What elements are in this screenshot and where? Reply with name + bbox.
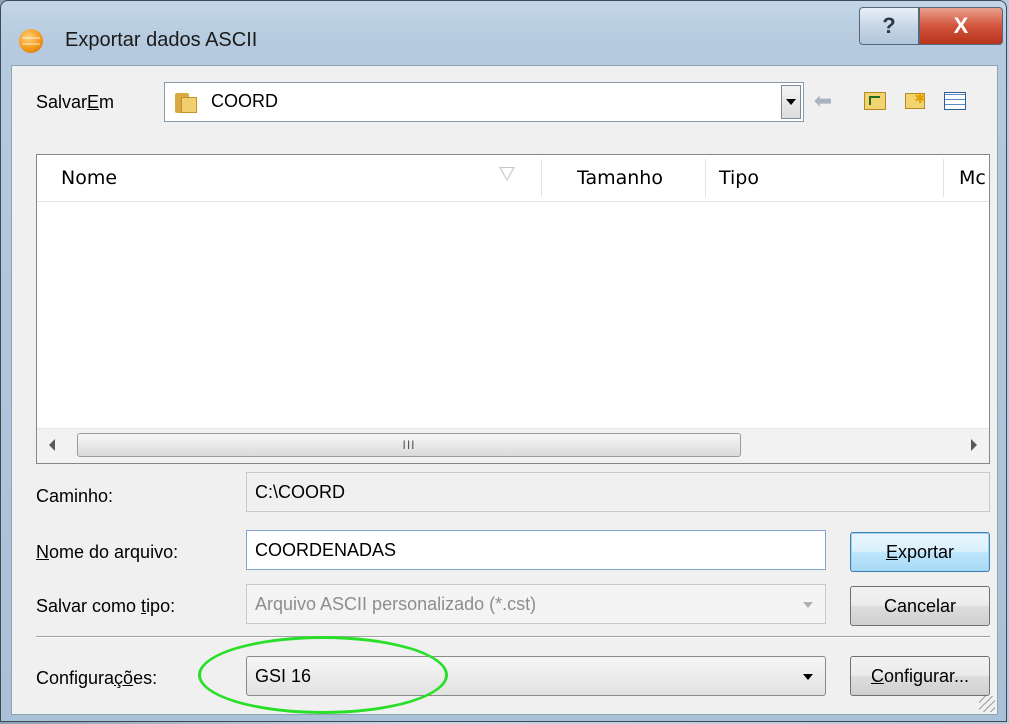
filetype-value: Arquivo ASCII personalizado (*.cst) (255, 593, 537, 614)
export-button[interactable]: Exportar (850, 532, 990, 572)
close-icon: X (953, 13, 969, 38)
title-bar: Exportar dados ASCII ? X (1, 1, 1006, 63)
help-button[interactable]: ? (859, 7, 919, 45)
horizontal-scrollbar[interactable]: III (37, 428, 989, 463)
view-menu-icon[interactable] (942, 88, 968, 114)
export-dialog: Exportar dados ASCII ? X SalvarEm COORD … (0, 0, 1007, 722)
scroll-left-icon[interactable] (49, 439, 55, 451)
column-header-modified[interactable]: Mc (959, 155, 986, 201)
resize-grip-icon[interactable] (979, 696, 995, 712)
save-in-value: COORD (211, 91, 278, 111)
cancel-button[interactable]: Cancelar (850, 586, 990, 626)
window-title: Exportar dados ASCII (65, 29, 258, 51)
dialog-body: SalvarEm COORD ⬅ ✱ Nome Tamanho Tipo Mc (11, 65, 998, 715)
back-arrow-icon[interactable]: ⬅ (810, 88, 836, 114)
save-in-dropdown-button[interactable] (781, 85, 801, 119)
help-icon: ? (882, 13, 896, 38)
column-header-name[interactable]: Nome (61, 155, 117, 201)
scroll-grip-icon: III (402, 438, 416, 452)
filetype-label: Salvar como tipo: (36, 596, 176, 616)
sort-indicator-icon (499, 167, 515, 181)
chevron-down-icon (786, 99, 796, 105)
chevron-down-icon (803, 674, 813, 680)
scroll-thumb[interactable]: III (77, 433, 741, 457)
scroll-right-icon[interactable] (971, 439, 977, 451)
path-label: Caminho: (36, 486, 114, 506)
divider (36, 636, 990, 638)
save-in-combo[interactable]: COORD (164, 82, 804, 122)
config-label: Configurações: (36, 668, 158, 688)
close-button[interactable]: X (919, 7, 1003, 45)
app-logo-icon (19, 29, 43, 53)
chevron-down-icon (803, 602, 813, 608)
up-one-level-icon[interactable] (862, 88, 888, 114)
file-list-header: Nome Tamanho Tipo Mc (37, 155, 989, 202)
filename-input[interactable]: COORDENADAS (246, 530, 826, 570)
save-in-label: SalvarEm (36, 92, 115, 112)
filename-label: Nome do arquivo: (36, 542, 179, 562)
column-header-type[interactable]: Tipo (719, 155, 759, 201)
folder-icon (175, 91, 197, 113)
file-list[interactable]: Nome Tamanho Tipo Mc III (36, 154, 990, 464)
config-select[interactable]: GSI 16 (246, 656, 826, 696)
column-header-size[interactable]: Tamanho (577, 155, 663, 201)
path-field: C:\COORD (246, 472, 990, 512)
config-value: GSI 16 (255, 665, 312, 686)
filetype-select: Arquivo ASCII personalizado (*.cst) (246, 584, 826, 624)
configure-button[interactable]: Configurar... (850, 656, 990, 696)
new-folder-icon[interactable]: ✱ (902, 88, 928, 114)
